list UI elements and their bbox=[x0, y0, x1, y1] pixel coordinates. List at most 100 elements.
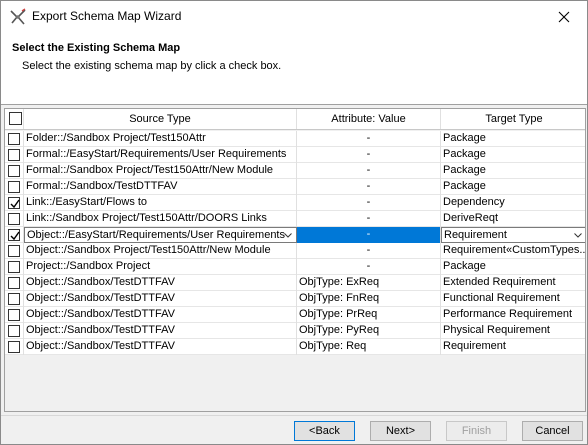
table-row[interactable]: Folder::/Sandbox Project/Test150Attr - Pac… bbox=[5, 131, 585, 147]
source-type-cell: Object::/Sandbox/TestDTTFAV bbox=[24, 275, 297, 291]
row-checkbox[interactable] bbox=[8, 309, 20, 321]
source-type-text: Object::/Sandbox/TestDTTFAV bbox=[26, 308, 175, 320]
source-type-text: Object::/Sandbox/TestDTTFAV bbox=[26, 324, 175, 336]
row-check-cell bbox=[5, 275, 24, 291]
row-checkbox[interactable] bbox=[8, 325, 20, 337]
attribute-value-cell: - bbox=[297, 227, 441, 243]
row-checkbox[interactable] bbox=[8, 149, 20, 161]
header-divider bbox=[1, 104, 587, 105]
source-type-text: Formal::/Sandbox/TestDTTFAV bbox=[26, 180, 178, 192]
target-type-text: Package bbox=[443, 180, 486, 192]
target-type-text: Package bbox=[443, 164, 486, 176]
attribute-value-cell: - bbox=[297, 195, 441, 211]
attribute-value-cell: ObjType: PyReq bbox=[297, 323, 441, 339]
source-type-text: Object::/Sandbox/TestDTTFAV bbox=[26, 292, 175, 304]
table-row[interactable]: Formal::/Sandbox/TestDTTFAV - Package bbox=[5, 179, 585, 195]
target-type-cell: Dependency bbox=[441, 195, 585, 211]
row-checkbox[interactable] bbox=[8, 341, 20, 353]
table-row[interactable]: Object::/Sandbox/TestDTTFAV ObjType: FnRe… bbox=[5, 291, 585, 307]
table-row[interactable]: Object::/Sandbox/TestDTTFAV ObjType: PyRe… bbox=[5, 323, 585, 339]
attribute-value-cell: ObjType: ExReq bbox=[297, 275, 441, 291]
row-check-cell bbox=[5, 259, 24, 275]
attribute-value-cell: - bbox=[297, 179, 441, 195]
column-header-source[interactable]: Source Type bbox=[24, 109, 297, 129]
source-type-cell: Folder::/Sandbox Project/Test150Attr bbox=[24, 131, 297, 147]
source-type-cell: Object::/Sandbox/TestDTTFAV bbox=[24, 339, 297, 355]
chevron-down-icon[interactable] bbox=[283, 228, 293, 242]
chevron-down-icon[interactable] bbox=[573, 228, 583, 242]
select-all-checkbox[interactable] bbox=[9, 112, 22, 125]
target-type-cell: Package bbox=[441, 147, 585, 163]
back-button[interactable]: <Back bbox=[294, 421, 355, 441]
finish-button[interactable]: Finish bbox=[446, 421, 507, 441]
source-type-cell: Formal::/Sandbox/TestDTTFAV bbox=[24, 179, 297, 195]
table-row[interactable]: Object::/EasyStart/Requirements/User Req… bbox=[5, 227, 585, 243]
attribute-value-cell: - bbox=[297, 211, 441, 227]
source-type-text: Formal::/EasyStart/Requirements/User Req… bbox=[26, 148, 287, 160]
source-type-text: Object::/Sandbox/TestDTTFAV bbox=[26, 276, 175, 288]
table-row[interactable]: Formal::/EasyStart/Requirements/User Req… bbox=[5, 147, 585, 163]
attribute-value-cell: ObjType: PrReq bbox=[297, 307, 441, 323]
row-checkbox[interactable] bbox=[8, 293, 20, 305]
target-type-cell: DeriveReqt bbox=[441, 211, 585, 227]
next-button[interactable]: Next> bbox=[370, 421, 431, 441]
page-title: Select the Existing Schema Map bbox=[12, 42, 181, 54]
row-check-cell bbox=[5, 243, 24, 259]
attribute-value-cell: - bbox=[297, 131, 441, 147]
target-type-text: Requirement«CustomTypes... bbox=[443, 244, 586, 256]
table-row[interactable]: Object::/Sandbox/TestDTTFAV ObjType: ExRe… bbox=[5, 275, 585, 291]
row-check-cell bbox=[5, 291, 24, 307]
footer-divider bbox=[1, 415, 587, 416]
column-header-attribute[interactable]: Attribute: Value bbox=[297, 109, 441, 129]
source-type-text: Link::/Sandbox Project/Test150Attr/DOORS… bbox=[26, 212, 267, 224]
row-checkbox[interactable] bbox=[8, 133, 20, 145]
target-type-text: Package bbox=[443, 132, 486, 144]
table-row[interactable]: Object::/Sandbox/TestDTTFAV ObjType: Req R… bbox=[5, 339, 585, 355]
attribute-value-cell: ObjType: Req bbox=[297, 339, 441, 355]
column-header-target[interactable]: Target Type bbox=[441, 109, 585, 129]
table-row[interactable]: Link::/Sandbox Project/Test150Attr/DOORS… bbox=[5, 211, 585, 227]
row-checkbox[interactable] bbox=[8, 181, 20, 193]
row-check-cell bbox=[5, 339, 24, 355]
row-checkbox[interactable] bbox=[8, 197, 20, 209]
row-checkbox[interactable] bbox=[8, 245, 20, 257]
table-row[interactable]: Formal::/Sandbox Project/Test150Attr/New… bbox=[5, 163, 585, 179]
window-title: Export Schema Map Wizard bbox=[32, 9, 182, 23]
table-row[interactable]: Object::/Sandbox/TestDTTFAV ObjType: PrRe… bbox=[5, 307, 585, 323]
source-type-cell: Object::/Sandbox Project/Test150Attr/New… bbox=[24, 243, 297, 259]
attribute-value-cell: - bbox=[297, 163, 441, 179]
target-type-text: Package bbox=[443, 260, 486, 272]
source-type-cell[interactable]: Object::/EasyStart/Requirements/User Req… bbox=[24, 227, 297, 243]
target-type-cell: Package bbox=[441, 131, 585, 147]
row-checkbox[interactable] bbox=[8, 277, 20, 289]
close-button[interactable] bbox=[541, 1, 587, 32]
schema-map-grid[interactable]: Source Type Attribute: Value Target Type… bbox=[4, 108, 586, 412]
row-checkbox[interactable] bbox=[8, 229, 20, 241]
table-row[interactable]: Object::/Sandbox Project/Test150Attr/New… bbox=[5, 243, 586, 259]
grid-header: Source Type Attribute: Value Target Type bbox=[5, 109, 585, 130]
target-type-text: Functional Requirement bbox=[443, 292, 560, 304]
cancel-button[interactable]: Cancel bbox=[522, 421, 583, 441]
row-checkbox[interactable] bbox=[8, 261, 20, 273]
source-type-cell: Formal::/EasyStart/Requirements/User Req… bbox=[24, 147, 297, 163]
title-bar: Export Schema Map Wizard bbox=[1, 1, 587, 32]
target-type-text: Extended Requirement bbox=[443, 276, 556, 288]
row-check-cell bbox=[5, 307, 24, 323]
row-check-cell bbox=[5, 227, 24, 243]
table-row[interactable]: Project::/Sandbox Project - Package bbox=[5, 259, 585, 275]
attribute-value-cell: - bbox=[297, 147, 441, 163]
target-type-cell[interactable]: Requirement bbox=[441, 227, 585, 243]
row-checkbox[interactable] bbox=[8, 165, 20, 177]
source-type-cell: Object::/Sandbox/TestDTTFAV bbox=[24, 307, 297, 323]
target-type-cell: Physical Requirement bbox=[441, 323, 585, 339]
target-type-text: Package bbox=[443, 148, 486, 160]
row-check-cell bbox=[5, 131, 24, 147]
source-type-cell: Formal::/Sandbox Project/Test150Attr/New… bbox=[24, 163, 297, 179]
target-type-text: Requirement bbox=[443, 340, 506, 352]
target-type-cell: Requirement bbox=[441, 339, 585, 355]
row-checkbox[interactable] bbox=[8, 213, 20, 225]
target-type-text: DeriveReqt bbox=[443, 212, 499, 224]
target-type-cell: Extended Requirement bbox=[441, 275, 585, 291]
wizard-window: Export Schema Map Wizard Select the Exis… bbox=[0, 0, 588, 445]
table-row[interactable]: Link::/EasyStart/Flows to - Dependency bbox=[5, 195, 585, 211]
